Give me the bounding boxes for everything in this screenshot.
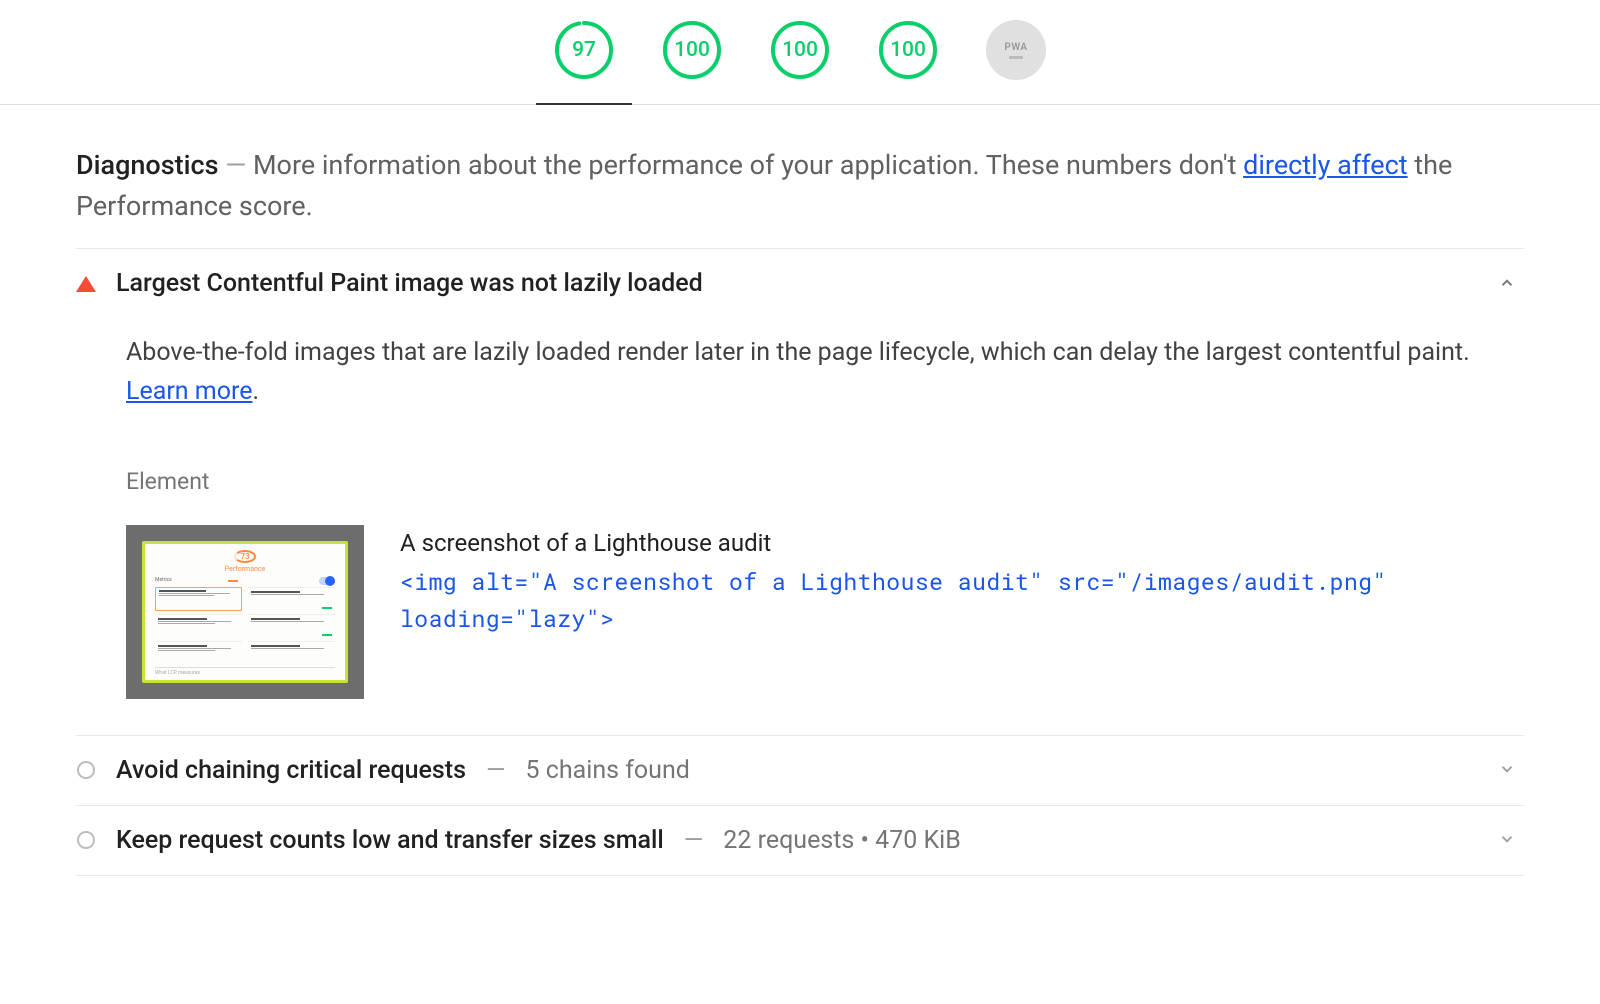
diagnostics-title: Diagnostics <box>76 149 218 181</box>
audit-lcp-lazy-loaded: Largest Contentful Paint image was not l… <box>76 249 1524 736</box>
element-row: 73 Performance Metrics <box>126 525 1518 699</box>
audit-toggle[interactable]: Largest Contentful Paint image was not l… <box>76 269 1518 298</box>
element-code-snippet: <img alt="A screenshot of a Lighthouse a… <box>400 567 1387 634</box>
audit-critical-chains: Avoid chaining critical requests — 5 cha… <box>76 736 1524 806</box>
score-value: 100 <box>770 20 830 80</box>
element-text: A screenshot of a Lighthouse audit <img … <box>400 525 1518 639</box>
thumb-score: 73 <box>234 550 256 563</box>
diagnostics-section: Diagnostics — More information about the… <box>0 105 1600 900</box>
audit-title: Keep request counts low and transfer siz… <box>116 826 664 855</box>
pwa-label: PWA <box>1004 42 1027 53</box>
element-caption: A screenshot of a Lighthouse audit <box>400 525 1518 562</box>
score-value: 100 <box>662 20 722 80</box>
score-gauge-best-practices[interactable]: 100 <box>770 20 830 80</box>
directly-affect-link[interactable]: directly affect <box>1243 149 1407 181</box>
pwa-bar-icon <box>1009 56 1023 59</box>
chevron-down-icon <box>1498 830 1518 850</box>
score-gauge-seo[interactable]: 100 <box>878 20 938 80</box>
learn-more-link[interactable]: Learn more <box>126 377 252 406</box>
chevron-down-icon <box>1498 760 1518 780</box>
score-gauge-performance[interactable]: 97 <box>554 20 614 80</box>
element-column-header: Element <box>126 468 1518 495</box>
score-bar: 97 100 100 100 PWA <box>0 0 1600 105</box>
audit-request-counts: Keep request counts low and transfer siz… <box>76 806 1524 876</box>
audit-toggle[interactable]: Avoid chaining critical requests — 5 cha… <box>76 756 1518 785</box>
audit-sub: 5 chains found <box>526 756 690 785</box>
thumb-label: Performance <box>225 565 266 573</box>
audit-title: Largest Contentful Paint image was not l… <box>116 269 703 298</box>
neutral-circle-icon <box>76 761 96 779</box>
diagnostics-heading: Diagnostics — More information about the… <box>76 145 1524 249</box>
chevron-up-icon <box>1498 274 1518 294</box>
score-gauge-pwa[interactable]: PWA <box>986 20 1046 80</box>
audit-description: Above-the-fold images that are lazily lo… <box>126 334 1518 412</box>
audit-details: Above-the-fold images that are lazily lo… <box>76 298 1518 715</box>
audit-title: Avoid chaining critical requests <box>116 756 466 785</box>
diagnostics-text: More information about the performance o… <box>253 149 1243 181</box>
warning-triangle-icon <box>76 276 96 292</box>
neutral-circle-icon <box>76 831 96 849</box>
active-tab-underline <box>536 103 632 105</box>
audit-toggle[interactable]: Keep request counts low and transfer siz… <box>76 826 1518 855</box>
audit-sub: 22 requests • 470 KiB <box>723 826 961 855</box>
score-value: 100 <box>878 20 938 80</box>
score-gauge-accessibility[interactable]: 100 <box>662 20 722 80</box>
element-thumbnail: 73 Performance Metrics <box>126 525 364 699</box>
score-value: 97 <box>554 20 614 80</box>
